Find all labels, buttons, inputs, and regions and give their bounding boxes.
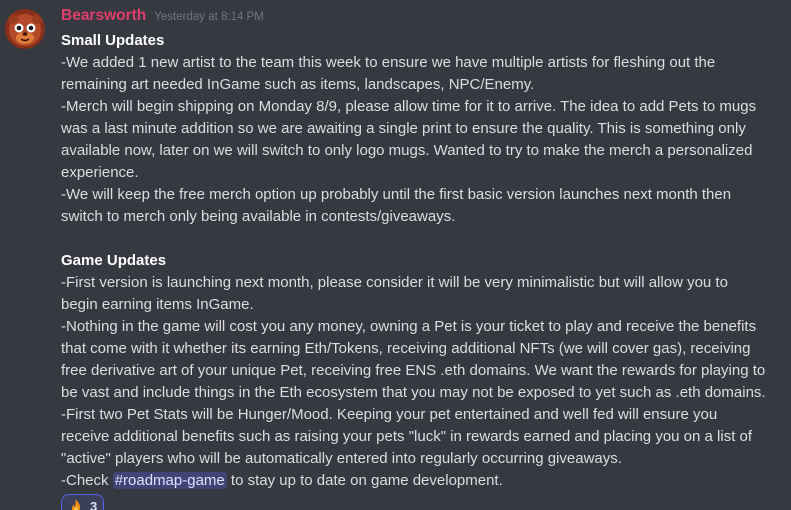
message-line: "active" players who will be automatical… xyxy=(61,450,622,467)
message-content: Small Updates -We added 1 new artist to … xyxy=(61,30,781,492)
message-text: -Check xyxy=(61,472,113,489)
message-text: to stay up to date on game development. xyxy=(226,472,503,489)
section-heading: Game Updates xyxy=(61,252,167,269)
message-line: -We added 1 new artist to the team this … xyxy=(61,54,716,71)
message-line: receive additional benefits such as rais… xyxy=(61,428,753,445)
message-line: remaining art needed InGame such as item… xyxy=(61,76,535,93)
message-line: switch to merch only being available in … xyxy=(61,208,456,225)
message-line: begin earning items InGame. xyxy=(61,296,254,313)
message-header: Bearsworth Yesterday at 8:14 PM xyxy=(61,7,264,29)
message-line: available now, later on we will switch t… xyxy=(61,142,753,159)
avatar-pet-image xyxy=(5,9,45,49)
username[interactable]: Bearsworth xyxy=(61,7,146,25)
timestamp: Yesterday at 8:14 PM xyxy=(154,11,264,23)
message-line: -Merch will begin shipping on Monday 8/9… xyxy=(61,98,757,115)
message-line: that come with it whether its earning Et… xyxy=(61,340,751,357)
fire-icon xyxy=(72,499,80,510)
message-line: experience. xyxy=(61,164,139,181)
message-line: was a last minute addition so we are awa… xyxy=(61,120,746,137)
message-line: -First two Pet Stats will be Hunger/Mood… xyxy=(61,406,718,423)
message-line: free derivative art of your unique Pet, … xyxy=(61,362,766,379)
user-avatar[interactable] xyxy=(5,9,45,49)
reaction-button[interactable]: 3 xyxy=(61,494,105,510)
message-line: -We will keep the free merch option up p… xyxy=(61,186,732,203)
message-line: -Check #roadmap-game to stay up to date … xyxy=(61,470,781,492)
section-heading: Small Updates xyxy=(61,32,165,49)
channel-mention-roadmap-game[interactable]: #roadmap-game xyxy=(112,472,227,489)
message-line: -Nothing in the game will cost you any m… xyxy=(61,318,757,335)
message-line: be vast and include things in the Eth ec… xyxy=(61,384,766,401)
chat-message: Bearsworth Yesterday at 8:14 PM Small Up… xyxy=(0,0,791,510)
reaction-count: 3 xyxy=(90,498,98,510)
message-line: -First version is launching next month, … xyxy=(61,274,728,291)
